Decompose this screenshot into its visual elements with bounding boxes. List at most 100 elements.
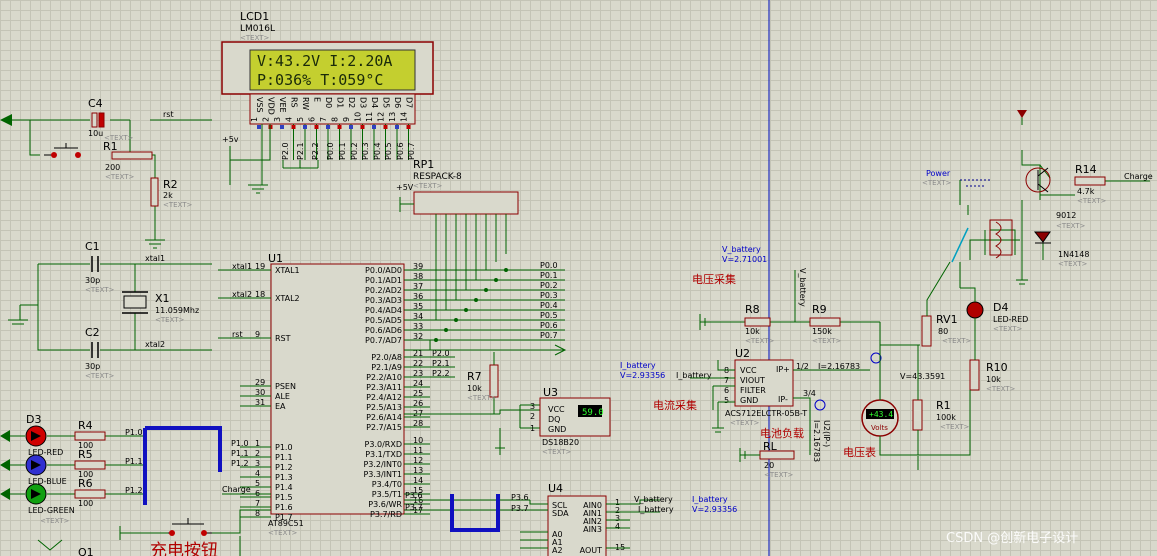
u1-left-pin-name: PSEN [275,382,296,391]
u1-right-pin-num: 37 [413,282,423,291]
r1a-text-tag: <TEXT> [105,173,135,181]
r14-body [1074,176,1106,186]
reset-circuit: C4 10u <TEXT> rst R1 200 <TEXT> R2 2k <T… [0,97,212,249]
u1-right-pin-name: P0.0/AD0 [365,266,402,275]
lcd-pin-name: D7 [405,97,414,108]
lcd-module[interactable]: LCD1 LM016L <TEXT> V:43.2V I:2.20A P:036… [221,10,434,160]
u1-ref: U1 [268,252,283,265]
c1-value: 30p [85,276,100,285]
u1-right-pin-name: P3.3/INT1 [363,470,402,479]
r1a-value: 200 [105,163,120,172]
rp1-pullup-wires [435,214,507,320]
power-text-tag: <TEXT> [922,179,952,187]
relay-ground [1016,279,1028,285]
current-sense-block[interactable]: I_battery V=2.93356 I_battery 电流采集 U2 VC… [620,347,882,462]
u1-left-pin-name: XTAL1 [275,266,300,275]
lcd-pin-name: VEE [278,97,287,113]
p0-junction [474,298,478,302]
d4-model: LED-RED [993,315,1028,324]
relay-coil [989,219,1013,256]
led-net-label: P1.2 [125,486,143,495]
r14-value: 4.7k [1077,187,1095,196]
u2-ref: U2 [735,347,750,360]
u1-right-pin-name: P2.1/A9 [371,363,402,372]
rv1-body [921,315,932,347]
p0-junction [444,328,448,332]
lcd-pin-marker [383,125,388,129]
d4-ref: D4 [993,301,1008,314]
voltmeter[interactable]: 电压表 +43.4 Volts V=43.3591 [843,344,970,459]
r1a-body [111,151,153,160]
u1-left-pin-name: P1.7 [275,513,293,522]
voltage-sense-block: V_battery V=2.71001 电压采集 V_battery R8 10… [692,245,881,345]
rl-body [759,450,795,460]
u1-left-pin-num: 7 [255,499,260,508]
lcd-ctrl-wires [282,160,319,169]
lcd-port-label: P0.6 [396,142,405,160]
u1-left-pin-name: P1.5 [275,493,293,502]
led-ground-arrow-icon [0,459,10,471]
charge-button-wires [119,509,271,540]
r2-value: 2k [163,191,173,200]
c4-ref: C4 [88,97,103,110]
c1-ref: C1 [85,240,100,253]
r2-text-tag: <TEXT> [163,201,193,209]
lcd-pin-name: VDD [267,97,276,115]
lcd-model: LM016L [240,24,275,34]
r1b-value: 100k [936,413,956,422]
r7-body [489,364,499,398]
vcc-label-lcd: +5v [222,135,239,144]
r9-value: 150k [812,327,832,336]
p0-net-label: P0.0 [540,261,558,270]
p2-net-label: P2.2 [432,369,450,378]
charge-net-label: Charge [222,485,251,494]
lcd-pin-name: D0 [324,97,333,108]
rl-ground [739,448,760,462]
u2-model: ACS712ELCTR-05B-T [725,409,807,418]
u1-right-pin-num: 22 [413,359,423,368]
lcd-pin-marker [257,125,261,129]
battery-load[interactable]: 电池负载 RL 20 <TEXT> [739,426,804,479]
rp1-body [413,191,519,215]
lcd-pin-name: D2 [347,97,356,108]
p0-net-label: P0.4 [540,301,558,310]
u1-right-pin-num: 24 [413,379,423,388]
u1-left-pin-name: P1.2 [275,463,293,472]
u1-left-pin-num: 18 [255,290,265,299]
u1-text-tag: <TEXT> [268,529,298,537]
c2-ref: C2 [85,326,100,339]
lcd-pin-number: 12 [377,112,386,122]
u3-pin-gnd: GND [548,425,566,434]
u1-right-pin-name: P2.4/A12 [366,393,402,402]
u4-right-pin: AIN3 [583,525,602,534]
lcd-port-label: P2.2 [311,142,320,160]
lcd-pin-marker [372,125,376,129]
xtal2-net-label: xtal2 [145,340,165,349]
u1-right-pin-num: 25 [413,389,423,398]
u1-left-net: P1.1 [231,449,249,458]
r1b-text-tag: <TEXT> [940,423,970,431]
led-indicators: R4100P1.0LED-REDD3R5100P1.1LED-BLUE R6100… [0,413,145,525]
r10-value: 10k [986,375,1001,384]
rp1-model: RESPACK-8 [413,172,462,182]
current-probe-icon-2 [814,399,826,411]
diode-model: 1N4148 [1058,250,1089,259]
r10-ref: R10 [986,361,1008,374]
u2-ip-minus-probe: U2(IP-) [822,420,831,447]
u3-model: DS18B20 [542,438,579,447]
lcd-pin-name: D3 [359,97,368,108]
p0-junction [494,278,498,282]
voltmeter-reading: +43.4 [869,410,893,419]
u1-right-pin-num: 38 [413,272,423,281]
u1-right-pin-name: P2.2/A10 [366,373,402,382]
charge-control[interactable]: Power <TEXT> 9012 <TEXT> 1N4148 <TEXT> R… [922,110,1153,285]
vbat-probe-name: V_battery [722,245,761,254]
reset-button[interactable] [44,143,81,158]
x1-ref: X1 [155,292,170,305]
lcd-pin-marker [337,125,342,129]
current-probe-2: I=2.16783 [812,420,821,462]
led-net-label: P1.1 [125,457,143,466]
u1-left-net: P1.0 [231,439,249,448]
r8-body [744,317,771,327]
lcd-pin-name: RW [301,97,310,110]
